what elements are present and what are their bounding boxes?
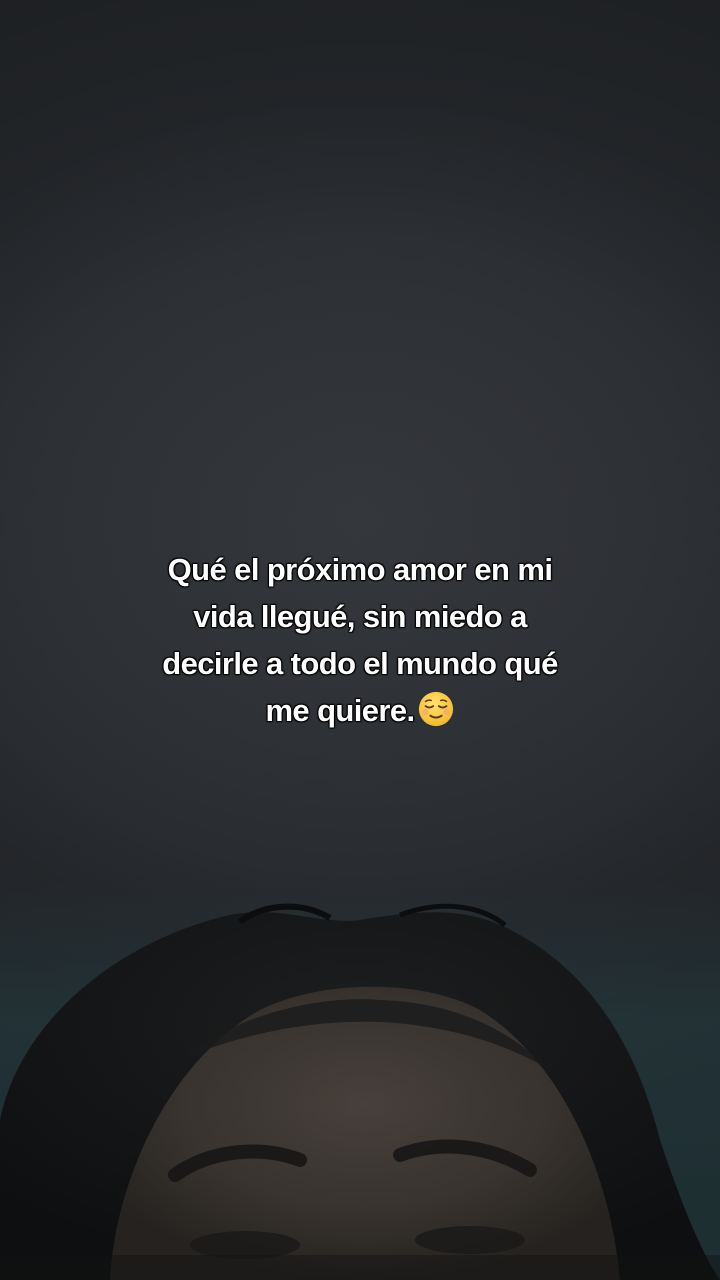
video-frame: Qué el próximo amor en mi vida llegué, s… [0, 0, 720, 1280]
caption-text: Qué el próximo amor en mi vida llegué, s… [110, 546, 610, 734]
caption-line-3: decirle a todo el mundo qué [162, 646, 558, 681]
relieved-face-emoji-icon [418, 691, 453, 727]
caption-line-4-text: me quiere. [265, 693, 415, 728]
caption-line-2: vida llegué, sin miedo a [193, 599, 527, 634]
caption-line-4: me quiere. [110, 687, 610, 734]
caption-line-1: Qué el próximo amor en mi [167, 552, 553, 587]
